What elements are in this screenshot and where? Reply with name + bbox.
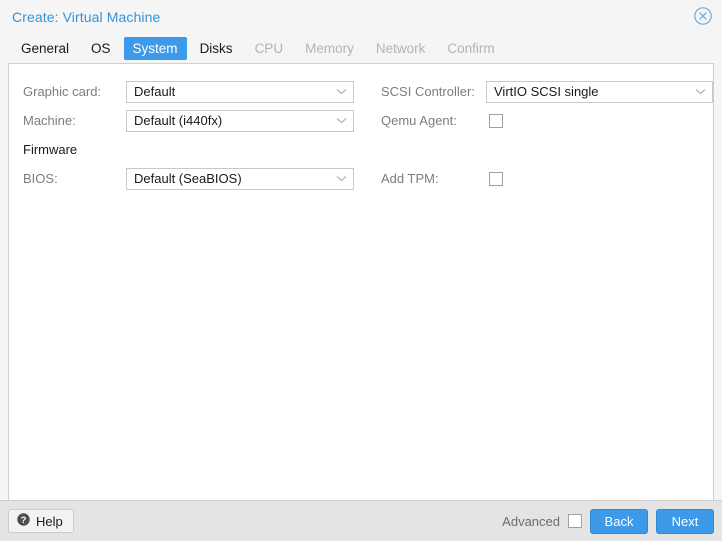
wizard-tabbar: General OS System Disks CPU Memory Netwo…	[0, 33, 722, 63]
bios-select[interactable]: Default (SeaBIOS)	[126, 167, 354, 190]
back-button[interactable]: Back	[590, 508, 648, 534]
dialog-titlebar: Create: Virtual Machine	[0, 0, 722, 33]
help-button-label: Help	[36, 513, 63, 529]
add-tpm-checkbox[interactable]	[489, 171, 503, 186]
form-column-right: SCSI Controller: VirtIO SCSI single Qemu…	[372, 77, 713, 193]
machine-label: Machine:	[23, 113, 76, 128]
qemu-agent-checkbox[interactable]	[489, 113, 503, 128]
tab-memory: Memory	[305, 40, 354, 56]
scsi-controller-value: VirtIO SCSI single	[494, 84, 599, 99]
advanced-label: Advanced	[502, 513, 560, 529]
firmware-heading: Firmware	[23, 142, 78, 157]
field-scsi-controller: SCSI Controller: VirtIO SCSI single	[374, 77, 713, 106]
question-circle-icon: ?	[17, 513, 30, 529]
advanced-checkbox[interactable]	[568, 514, 582, 528]
qemu-agent-label: Qemu Agent:	[381, 113, 457, 128]
scsi-controller-select[interactable]: VirtIO SCSI single	[486, 80, 713, 103]
field-bios: BIOS: Default (SeaBIOS)	[16, 164, 372, 193]
machine-select[interactable]: Default (i440fx)	[126, 109, 354, 132]
form-column-left: Graphic card: Default Machine: Default (…	[9, 77, 372, 193]
help-button[interactable]: ? Help	[8, 509, 74, 533]
dialog-footer: ? Help Advanced Back Next	[0, 500, 722, 541]
footer-actions: Advanced Back Next	[502, 508, 714, 534]
tab-cpu: CPU	[254, 40, 284, 56]
create-vm-dialog: Create: Virtual Machine General OS Syste…	[0, 0, 722, 541]
svg-text:?: ?	[21, 515, 27, 526]
scsi-controller-label: SCSI Controller:	[381, 84, 475, 99]
tab-disks[interactable]: Disks	[191, 37, 242, 60]
right-spacer-row	[374, 135, 713, 164]
chevron-down-icon	[336, 169, 347, 189]
field-add-tpm: Add TPM:	[374, 164, 713, 193]
close-icon[interactable]	[693, 6, 713, 26]
tab-system[interactable]: System	[123, 36, 187, 60]
tab-os[interactable]: OS	[82, 37, 120, 60]
field-machine: Machine: Default (i440fx)	[16, 106, 372, 135]
machine-value: Default (i440fx)	[134, 113, 223, 128]
field-graphic-card: Graphic card: Default	[16, 77, 372, 106]
graphic-card-select[interactable]: Default	[126, 80, 354, 103]
chevron-down-icon	[336, 82, 347, 102]
system-form: Graphic card: Default Machine: Default (…	[9, 77, 713, 193]
tab-general[interactable]: General	[12, 37, 78, 60]
tab-confirm: Confirm	[447, 40, 495, 56]
bios-value: Default (SeaBIOS)	[134, 171, 242, 186]
graphic-card-label: Graphic card:	[23, 84, 102, 99]
add-tpm-label: Add TPM:	[381, 171, 439, 186]
firmware-section: Firmware	[16, 135, 372, 164]
chevron-down-icon	[336, 111, 347, 131]
tab-network: Network	[375, 40, 426, 56]
chevron-down-icon	[695, 82, 706, 102]
bios-label: BIOS:	[23, 171, 58, 186]
dialog-title: Create: Virtual Machine	[12, 8, 161, 25]
next-button[interactable]: Next	[656, 508, 714, 534]
graphic-card-value: Default	[134, 84, 176, 99]
wizard-content-panel: Graphic card: Default Machine: Default (…	[8, 63, 714, 500]
field-qemu-agent: Qemu Agent:	[374, 106, 713, 135]
